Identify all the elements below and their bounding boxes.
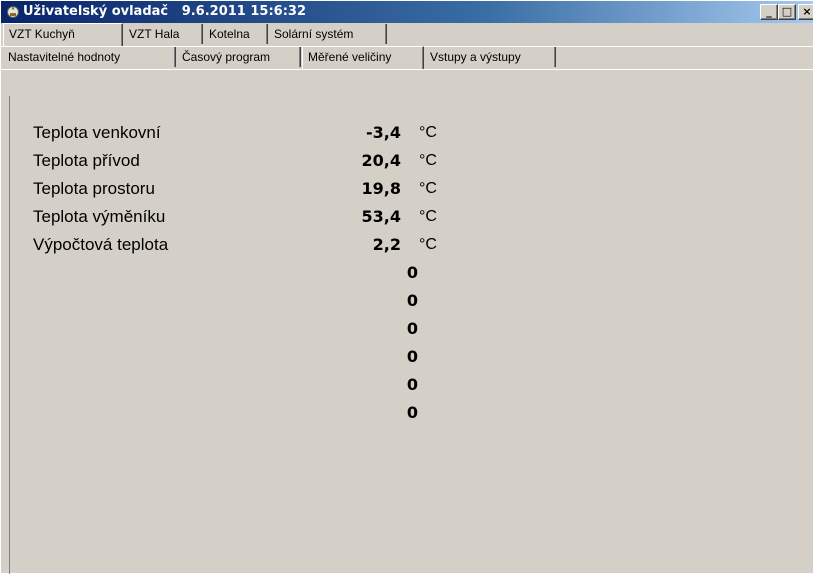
- measurement-unit: °C: [419, 124, 437, 141]
- measurement-unit: °C: [419, 208, 437, 225]
- tab-casovy-program[interactable]: Časový program: [177, 47, 301, 67]
- measurement-row: Teplota venkovní -3,4 °C: [1, 119, 813, 147]
- measurement-label: Teplota výměníku: [33, 207, 166, 226]
- measurement-row: 0: [1, 259, 813, 287]
- title-bar[interactable]: Uživatelský ovladač 9.6.2011 15:6:32 _ □…: [1, 1, 813, 23]
- measurement-value: 2,2: [372, 235, 401, 254]
- measurement-value: 19,8: [361, 179, 401, 198]
- tab-kotelna[interactable]: Kotelna: [204, 24, 268, 44]
- tab-merene-veliciny[interactable]: Měřené veličiny: [302, 46, 424, 69]
- tab-solarni-system[interactable]: Solární systém: [269, 24, 387, 44]
- measurement-label: Teplota přívod: [33, 151, 140, 170]
- measurement-row: 0: [1, 399, 813, 427]
- measurement-value: 20,4: [361, 151, 401, 170]
- measurement-value: 0: [406, 375, 418, 394]
- measurement-value: 0: [406, 403, 418, 422]
- measurement-value: -3,4: [366, 123, 401, 142]
- measurement-row: 0: [1, 315, 813, 343]
- measurement-label: Teplota venkovní: [33, 123, 161, 142]
- measurement-unit: °C: [419, 180, 437, 197]
- measurement-row: Teplota výměníku 53,4 °C: [1, 203, 813, 231]
- tab-vzt-kuchyn[interactable]: VZT Kuchyň: [3, 23, 123, 46]
- measurement-row: 0: [1, 343, 813, 371]
- measurement-label: Teplota prostoru: [33, 179, 155, 198]
- measurement-label: Výpočtová teplota: [33, 235, 169, 254]
- tab-nastavitelne-hodnoty[interactable]: Nastavitelné hodnoty: [3, 47, 176, 67]
- close-button[interactable]: ×: [798, 4, 813, 20]
- minimize-button[interactable]: _: [760, 4, 778, 20]
- measurement-row: Teplota přívod 20,4 °C: [1, 147, 813, 175]
- measurement-unit: °C: [419, 152, 437, 169]
- measurement-row: 0: [1, 287, 813, 315]
- window-title: Uživatelský ovladač 9.6.2011 15:6:32: [23, 4, 306, 19]
- app-icon: [7, 6, 19, 18]
- tab-vstupy-a-vystupy[interactable]: Vstupy a výstupy: [425, 47, 556, 67]
- maximize-button[interactable]: □: [778, 4, 796, 20]
- measurement-value: 0: [406, 319, 418, 338]
- measurement-unit: °C: [419, 236, 437, 253]
- measurement-value: 0: [406, 263, 418, 282]
- tab-vzt-hala[interactable]: VZT Hala: [124, 24, 203, 44]
- measurement-value: 0: [406, 291, 418, 310]
- measurement-value: 0: [406, 347, 418, 366]
- measurement-row: Teplota prostoru 19,8 °C: [1, 175, 813, 203]
- app-window: Uživatelský ovladač 9.6.2011 15:6:32 _ □…: [0, 0, 813, 574]
- measurement-row: 0: [1, 371, 813, 399]
- measurement-row: Výpočtová teplota 2,2 °C: [1, 231, 813, 259]
- sub-tab-panel-edge: [1, 69, 813, 70]
- measurement-value: 53,4: [361, 207, 401, 226]
